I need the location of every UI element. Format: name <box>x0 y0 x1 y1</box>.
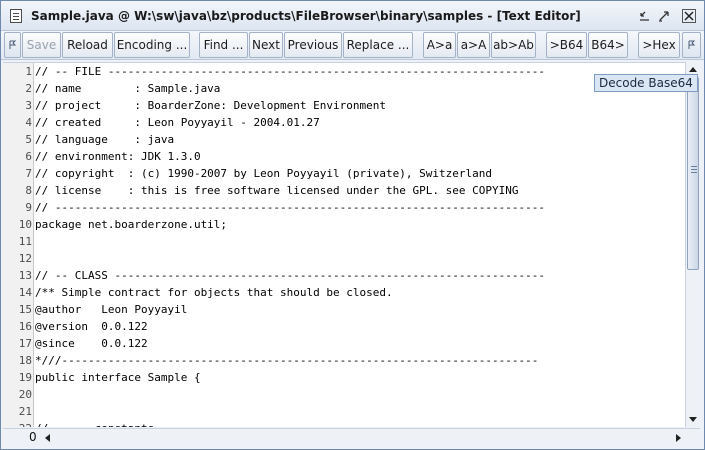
code-line[interactable]: 17 @since 0.0.122 <box>3 335 685 352</box>
close-icon[interactable] <box>682 9 696 23</box>
code-line[interactable]: 13// -- CLASS --------------------------… <box>3 267 685 284</box>
maximize-icon[interactable] <box>657 9 671 23</box>
line-text: @since 0.0.122 <box>35 337 148 350</box>
line-text: // -------------------------------------… <box>35 201 545 214</box>
code-line[interactable]: 8// license : this is free software lice… <box>3 182 685 199</box>
line-number: 7 <box>25 167 32 180</box>
line-text: package net.boarderzone.util; <box>35 218 228 231</box>
line-text: // copyright : (c) 1990-2007 by Leon Poy… <box>35 167 492 180</box>
line-text: // environment: JDK 1.3.0 <box>35 150 201 163</box>
find-button[interactable]: Find ... <box>199 32 248 58</box>
code-line[interactable]: 19 public interface Sample { <box>3 369 685 386</box>
line-number: 8 <box>25 184 32 197</box>
line-number: 4 <box>25 116 32 129</box>
toolbar-scroll-left-icon[interactable] <box>4 32 21 58</box>
vertical-scroll-thumb[interactable] <box>687 77 699 270</box>
line-text: // ----- constants ----- <box>35 420 194 427</box>
line-number: 16 <box>18 320 32 333</box>
line-number: 6 <box>25 150 32 163</box>
code-line[interactable]: 9// ------------------------------------… <box>3 199 685 216</box>
line-number: 15 <box>18 303 32 316</box>
code-line[interactable]: 2// name : Sample.java <box>3 80 685 97</box>
uppercase-button[interactable]: a>A <box>457 32 490 58</box>
line-text: // -- CLASS ----------------------------… <box>35 269 545 282</box>
code-line[interactable]: 4// created : Leon Poyyayil - 2004.01.27 <box>3 114 685 131</box>
code-line[interactable]: 16 @version 0.0.122 <box>3 318 685 335</box>
line-number: 21 <box>18 405 32 418</box>
toolbar-overflow-icon[interactable] <box>682 32 701 58</box>
capitalize-button[interactable]: ab>Ab <box>491 32 536 58</box>
line-number: 18 <box>18 354 32 367</box>
line-text: public interface Sample { <box>35 371 201 384</box>
line-number: 10 <box>18 218 32 231</box>
line-text: // created : Leon Poyyayil - 2004.01.27 <box>35 116 320 129</box>
scroll-down-icon[interactable] <box>686 413 700 427</box>
line-text: /** Simple contract for objects that sho… <box>35 286 393 299</box>
text-editor-window: Sample.java @ W:\sw\java\bz\products\Fil… <box>0 0 705 450</box>
vertical-scrollbar[interactable] <box>685 62 700 427</box>
line-number: 17 <box>18 337 32 350</box>
line-text: // name : Sample.java <box>35 82 221 95</box>
line-text: // language : java <box>35 133 175 146</box>
line-number: 19 <box>18 371 32 384</box>
line-number: 22 <box>3 420 32 427</box>
line-text: @author Leon Poyyayil <box>35 303 188 316</box>
horizontal-scrollbar[interactable]: 0 <box>3 428 700 445</box>
replace-button[interactable]: Replace ... <box>343 32 413 58</box>
title-bar[interactable]: Sample.java @ W:\sw\java\bz\products\Fil… <box>1 1 704 31</box>
encoding-button[interactable]: Encoding ... <box>114 32 190 58</box>
code-line[interactable]: 20 <box>3 386 685 403</box>
line-number: 20 <box>18 388 32 401</box>
line-number: 9 <box>25 201 32 214</box>
save-button[interactable]: Save <box>22 32 61 58</box>
code-line[interactable]: 7// copyright : (c) 1990-2007 by Leon Po… <box>3 165 685 182</box>
line-number: 13 <box>18 269 32 282</box>
code-line[interactable]: 22// ----- constants ----- <box>3 420 685 427</box>
text-area[interactable]: 1// -- FILE ----------------------------… <box>3 62 685 427</box>
decode-base64-button[interactable]: B64> <box>588 32 628 58</box>
document-icon <box>10 9 22 23</box>
code-line[interactable]: 1// -- FILE ----------------------------… <box>3 63 685 80</box>
line-number: 3 <box>25 99 32 112</box>
code-line[interactable]: 3// project : BoarderZone: Development E… <box>3 97 685 114</box>
scroll-right-icon[interactable] <box>673 431 685 444</box>
code-line[interactable]: 6// environment: JDK 1.3.0 <box>3 148 685 165</box>
tooltip: Decode Base64 <box>594 74 698 92</box>
line-number: 2 <box>25 82 32 95</box>
scroll-left-icon[interactable] <box>41 431 53 444</box>
code-line[interactable]: 21 <box>3 403 685 420</box>
next-button[interactable]: Next <box>249 32 283 58</box>
code-line[interactable]: 14/** Simple contract for objects that s… <box>3 284 685 301</box>
window-title: Sample.java @ W:\sw\java\bz\products\Fil… <box>31 9 581 23</box>
column-indicator: 0 <box>29 430 37 444</box>
encode-base64-button[interactable]: >B64 <box>546 32 587 58</box>
code-line[interactable]: 15 @author Leon Poyyayil <box>3 301 685 318</box>
previous-button[interactable]: Previous <box>284 32 342 58</box>
code-line[interactable]: 12 <box>3 250 685 267</box>
line-text: @version 0.0.122 <box>35 320 148 333</box>
line-number: 12 <box>18 252 32 265</box>
code-line[interactable]: 18 *///----------------------------------… <box>3 352 685 369</box>
code-line[interactable]: 11 <box>3 233 685 250</box>
line-text: // -- FILE -----------------------------… <box>35 65 545 78</box>
reload-button[interactable]: Reload <box>62 32 113 58</box>
code-line[interactable]: 10 package net.boarderzone.util; <box>3 216 685 233</box>
lowercase-button[interactable]: A>a <box>423 32 456 58</box>
line-number: 5 <box>25 133 32 146</box>
code-line[interactable]: 5// language : java <box>3 131 685 148</box>
encode-hex-button[interactable]: >Hex <box>638 32 680 58</box>
toolbar: Save Reload Encoding ... Find ... Next P… <box>1 31 704 60</box>
minimize-icon[interactable] <box>638 9 652 23</box>
line-number: 14 <box>18 286 32 299</box>
line-number: 11 <box>18 235 32 248</box>
line-text: *///------------------------------------… <box>35 354 539 367</box>
line-text: // license : this is free software licen… <box>35 184 519 197</box>
line-text: // project : BoarderZone: Development En… <box>35 99 386 112</box>
line-number: 1 <box>25 65 32 78</box>
